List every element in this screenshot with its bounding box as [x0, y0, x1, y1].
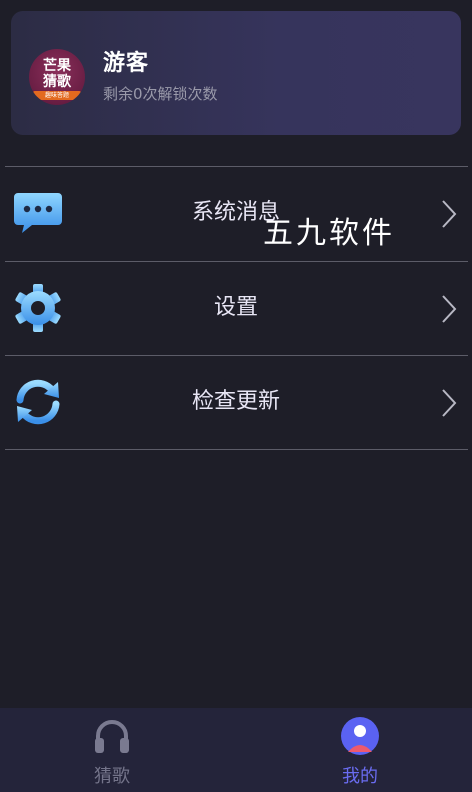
- tab-label-mine: 我的: [342, 766, 378, 787]
- chevron-right-icon: [442, 389, 457, 417]
- chevron-right-icon: [442, 295, 457, 323]
- unlock-count: 剩余0次解锁次数: [103, 85, 218, 103]
- avatar-logo-line2: 猜歌: [43, 74, 71, 90]
- tab-mine[interactable]: 我的: [300, 708, 420, 792]
- avatar[interactable]: 芒果 猜歌 趣味答题: [29, 49, 85, 105]
- screen: 芒果 猜歌 趣味答题 游客 剩余0次解锁次数 系统消息 设置 检查更新 五九软件…: [0, 0, 472, 792]
- menu-label-check-update: 检查更新: [191, 389, 280, 414]
- tab-guess-song[interactable]: 猜歌: [52, 708, 172, 792]
- tab-label-guess-song: 猜歌: [94, 766, 130, 787]
- menu-item-system-messages[interactable]: 系统消息: [0, 167, 472, 259]
- gear-icon: [15, 284, 61, 332]
- menu-label-system-messages: 系统消息: [191, 200, 280, 225]
- user-icon: [341, 717, 379, 755]
- menu-label-settings: 设置: [213, 295, 258, 320]
- headphones-icon: [95, 720, 129, 753]
- menu-item-settings[interactable]: 设置: [0, 262, 472, 354]
- bottom-nav: 猜歌 我的: [0, 708, 472, 792]
- avatar-logo-line1: 芒果: [43, 58, 71, 74]
- divider: [5, 449, 468, 450]
- chevron-right-icon: [442, 200, 457, 228]
- menu-item-check-update[interactable]: 检查更新: [0, 356, 472, 448]
- avatar-ribbon: 趣味答题: [33, 91, 81, 100]
- profile-card[interactable]: 芒果 猜歌 趣味答题 游客 剩余0次解锁次数: [11, 11, 461, 135]
- message-icon: [14, 193, 62, 233]
- username: 游客: [103, 51, 150, 76]
- refresh-icon: [16, 379, 60, 425]
